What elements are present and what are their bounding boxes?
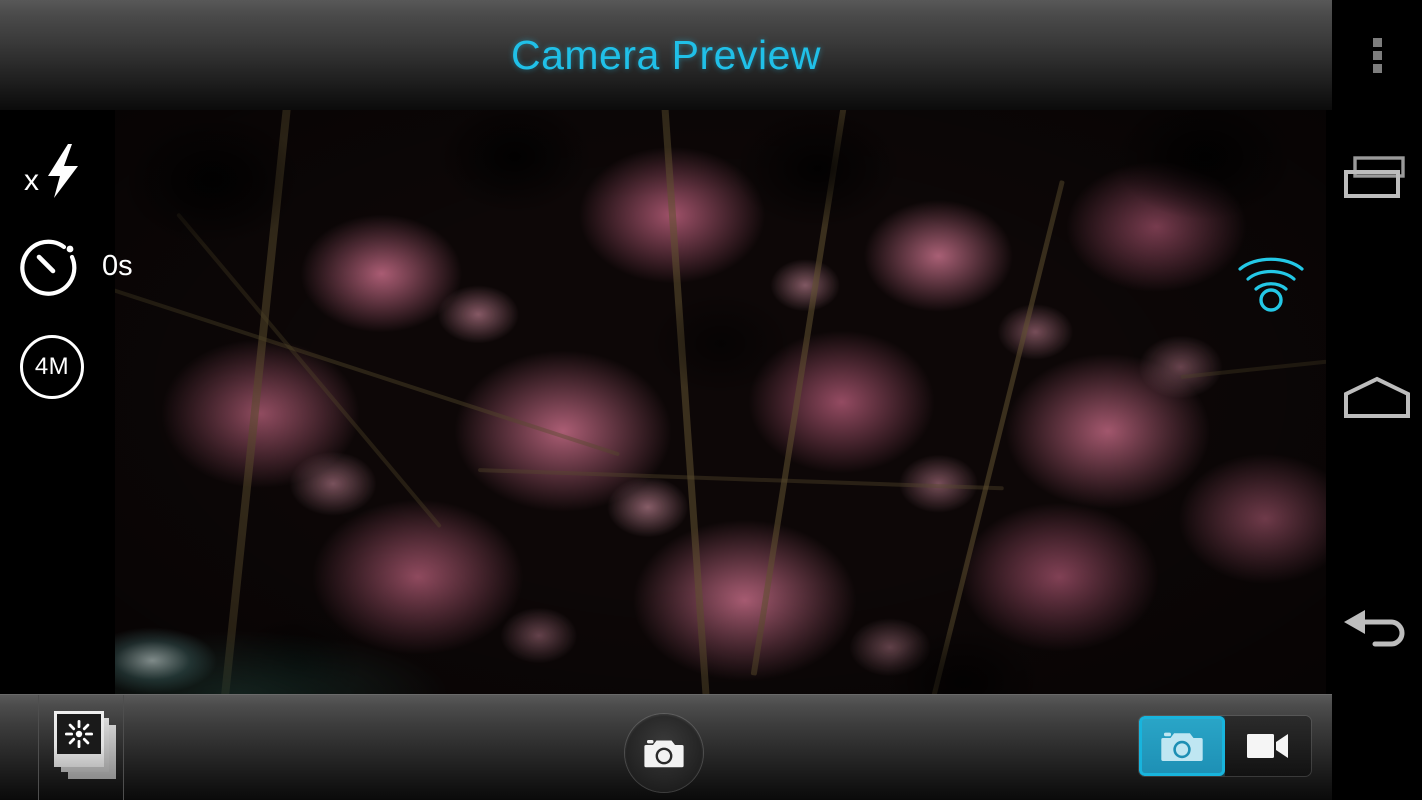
recents-button[interactable] bbox=[1332, 133, 1422, 223]
android-navigation-bar bbox=[1332, 0, 1422, 800]
gallery-thumbnail-icon bbox=[65, 720, 93, 748]
recents-icon bbox=[1344, 156, 1405, 198]
timer-button[interactable] bbox=[20, 238, 86, 304]
wifi-icon[interactable] bbox=[1235, 250, 1307, 317]
mode-camera-button[interactable] bbox=[1139, 716, 1225, 776]
timer-value: 0s bbox=[102, 250, 133, 282]
mode-video-button[interactable] bbox=[1225, 716, 1311, 776]
page-title: Camera Preview bbox=[510, 31, 822, 78]
camera-app-screen: Camera Preview x 0s 4M bbox=[0, 0, 1422, 800]
preview-photo bbox=[115, 110, 1326, 694]
camera-preview-image[interactable] bbox=[115, 110, 1326, 694]
flash-off-icon: x bbox=[24, 144, 78, 198]
timer-icon bbox=[20, 239, 77, 296]
back-button[interactable] bbox=[1332, 585, 1422, 675]
camera-preview-area[interactable] bbox=[0, 110, 1332, 694]
home-button[interactable] bbox=[1332, 353, 1422, 443]
overflow-menu-button[interactable] bbox=[1332, 10, 1422, 100]
top-title-bar: Camera Preview bbox=[0, 0, 1332, 110]
resolution-button[interactable]: 4M bbox=[20, 335, 84, 399]
toolbar-divider-right bbox=[123, 695, 124, 800]
svg-text:x: x bbox=[24, 164, 39, 197]
gallery-button[interactable] bbox=[38, 695, 123, 800]
camera-icon bbox=[1161, 732, 1203, 761]
overflow-menu-icon bbox=[1372, 34, 1382, 77]
shutter-button[interactable] bbox=[625, 714, 703, 792]
back-icon bbox=[1344, 610, 1405, 647]
flash-mode-button[interactable]: x bbox=[22, 140, 92, 202]
home-icon bbox=[1344, 376, 1410, 418]
camera-settings-overlay: x 0s 4M bbox=[0, 110, 133, 694]
capture-mode-toggle[interactable] bbox=[1139, 716, 1311, 776]
resolution-value: 4M bbox=[20, 335, 84, 399]
video-camera-icon bbox=[1247, 734, 1288, 758]
camera-shutter-icon bbox=[644, 740, 684, 768]
